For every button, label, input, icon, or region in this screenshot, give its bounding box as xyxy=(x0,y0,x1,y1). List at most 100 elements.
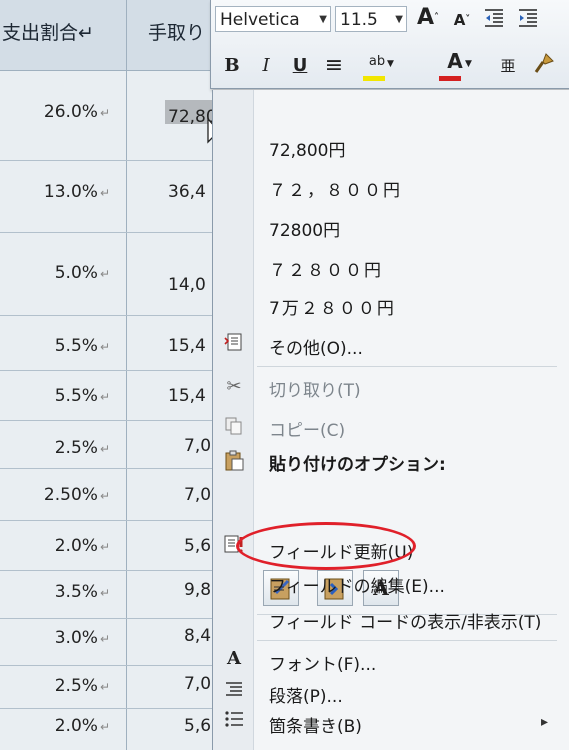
paragraph-mark: ↵ xyxy=(99,680,110,694)
font-name-value: Helvetica xyxy=(220,10,300,30)
menu-item-bullets[interactable]: 箇条書き(B) xyxy=(269,712,362,737)
format-painter-button[interactable] xyxy=(529,52,559,80)
column-divider xyxy=(126,0,127,750)
row-divider xyxy=(0,232,215,233)
amount-value: 15,4 xyxy=(168,336,206,356)
decrease-indent-button[interactable] xyxy=(479,6,509,34)
amount-value: 15,4 xyxy=(168,386,206,406)
submenu-arrow-icon: ▸ xyxy=(540,714,548,730)
table-row: 26.0% ↵ xyxy=(0,102,110,122)
format-painter-icon xyxy=(534,53,554,73)
menu-item-cut[interactable]: 切り取り(T) xyxy=(269,376,361,401)
menu-item-paragraph[interactable]: 段落(P)... xyxy=(269,682,343,707)
paragraph-mark: ↵ xyxy=(99,586,110,600)
font-color-swatch xyxy=(439,76,461,81)
paste-options-label: 貼り付けのオプション: xyxy=(269,455,446,475)
row-divider xyxy=(0,708,215,709)
table-row: 2.5% ↵ xyxy=(0,676,110,696)
row-divider xyxy=(0,370,215,371)
shrink-font-button[interactable]: A˅ xyxy=(447,6,477,34)
header-expense-ratio: 支出割合↵ xyxy=(2,22,94,44)
dropdown-arrow-icon[interactable]: ▼ xyxy=(395,7,403,31)
menu-item-other[interactable]: その他(O)... xyxy=(269,334,363,359)
grow-font-button[interactable]: A˄ xyxy=(413,4,443,32)
amount-value: 36,4 xyxy=(168,182,206,202)
phonetic-guide-icon: 亜 xyxy=(500,57,516,75)
row-divider xyxy=(0,160,215,161)
row-divider xyxy=(0,420,215,421)
amount-value: 5,6 xyxy=(184,536,212,556)
table-row: 2.0% ↵ xyxy=(0,536,110,556)
paragraph-mark: ↵ xyxy=(99,106,110,120)
ratio-value: 13.0% xyxy=(43,182,98,202)
paragraph-mark: ↵ xyxy=(99,720,110,734)
paragraph-mark: ↵ xyxy=(99,632,110,646)
row-divider xyxy=(0,570,215,571)
table-row: 13.0% ↵ xyxy=(0,182,110,202)
increase-indent-icon xyxy=(519,9,537,27)
table-row: 2.0% ↵ xyxy=(0,716,110,736)
dropdown-arrow-icon[interactable]: ▼ xyxy=(465,50,472,78)
menu-item-format-2[interactable]: ７２，８００円 xyxy=(269,176,402,201)
paragraph-mark: ↵ xyxy=(99,540,110,554)
font-color-button[interactable]: A ▼ xyxy=(435,49,475,81)
context-menu: 72,800円 ７２，８００円 72800円 ７２８００円 7万２８００円 その… xyxy=(212,90,569,750)
ratio-value: 2.0% xyxy=(54,716,98,736)
font-icon: A xyxy=(227,648,241,669)
center-align-button[interactable]: ≡ xyxy=(319,52,349,80)
phonetic-guide-button[interactable]: 亜 xyxy=(493,52,523,80)
menu-item-format-3[interactable]: 72800円 xyxy=(269,216,340,241)
amount-value: 8,4 xyxy=(184,626,212,646)
amount-value: 7,0 xyxy=(184,436,212,456)
copy-icon xyxy=(221,416,247,438)
ratio-value: 2.5% xyxy=(54,438,98,458)
scissors-icon: ✂ xyxy=(226,376,242,397)
menu-item-format-1[interactable]: 72,800円 xyxy=(269,136,345,161)
menu-item-format-4[interactable]: ７２８００円 xyxy=(269,256,383,281)
bullets-icon xyxy=(221,710,247,732)
clipboard-icon xyxy=(221,450,247,472)
bold-button[interactable]: B xyxy=(217,52,247,80)
font-size-value: 11.5 xyxy=(340,10,378,30)
ratio-value: 3.0% xyxy=(54,628,98,648)
dropdown-arrow-icon[interactable]: ▼ xyxy=(319,7,327,31)
highlight-color-swatch xyxy=(363,76,385,81)
highlight-color-button[interactable]: ab ▼ xyxy=(357,50,397,81)
header-takehome: 手取り xyxy=(148,22,206,44)
dropdown-arrow-icon[interactable]: ▼ xyxy=(387,50,394,78)
ratio-value: 2.0% xyxy=(54,536,98,556)
row-divider xyxy=(0,665,215,666)
menu-item-format-5[interactable]: 7万２８００円 xyxy=(269,294,396,319)
ratio-value: 26.0% xyxy=(43,102,98,122)
more-formats-icon xyxy=(221,332,247,354)
paragraph-mark: ↵ xyxy=(99,267,110,281)
increase-indent-button[interactable] xyxy=(513,6,543,34)
amount-value: 7,0 xyxy=(184,674,212,694)
menu-item-toggle-field-codes[interactable]: フィールド コードの表示/非表示(T) xyxy=(269,608,541,633)
amount-value: 5,6 xyxy=(184,716,212,736)
highlight-annotation xyxy=(236,522,416,570)
font-name-combo[interactable]: Helvetica ▼ xyxy=(215,6,331,32)
menu-separator xyxy=(257,640,557,641)
italic-button[interactable]: I xyxy=(251,52,281,80)
row-divider xyxy=(0,618,215,619)
paragraph-mark: ↵ xyxy=(99,340,110,354)
menu-separator xyxy=(257,366,557,367)
amount-value: 14,0 xyxy=(168,275,206,295)
paragraph-mark: ↵ xyxy=(99,186,110,200)
table-row: 2.5% ↵ xyxy=(0,438,110,458)
table-row: 3.0% ↵ xyxy=(0,628,110,648)
font-size-combo[interactable]: 11.5 ▼ xyxy=(335,6,407,32)
menu-item-copy[interactable]: コピー(C) xyxy=(269,416,345,441)
menu-item-edit-field[interactable]: フィールドの編集(E)... xyxy=(269,572,445,597)
menu-item-font[interactable]: フォント(F)... xyxy=(269,650,376,675)
row-divider xyxy=(0,468,215,469)
ratio-value: 2.5% xyxy=(54,676,98,696)
row-divider xyxy=(0,315,215,316)
ratio-value: 5.5% xyxy=(54,386,98,406)
underline-button[interactable]: U xyxy=(285,52,315,80)
paragraph-mark: ↵ xyxy=(99,390,110,404)
amount-value: 7,0 xyxy=(184,485,212,505)
paragraph-icon xyxy=(221,680,247,702)
table-row: 2.50% ↵ xyxy=(0,485,110,505)
